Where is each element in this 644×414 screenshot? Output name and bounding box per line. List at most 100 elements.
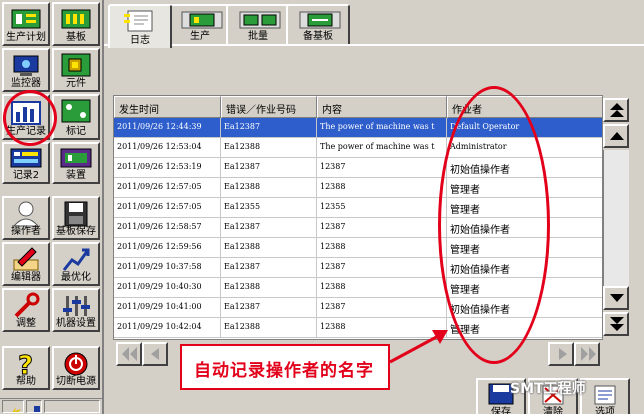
- board-button[interactable]: 基板: [52, 2, 100, 46]
- up-arrow-icon: [610, 132, 624, 140]
- options-label: 选项: [595, 407, 615, 414]
- log-table[interactable]: 发生时间 错误／作业号码 内容 作业者 2011/09/26 12:44:39 …: [113, 95, 603, 340]
- production-plan-button[interactable]: 生产计划: [2, 2, 50, 46]
- cell-code: Ea12388: [221, 138, 317, 158]
- production-plan-label: 生产计划: [6, 32, 46, 43]
- scroll-right-button[interactable]: [548, 342, 574, 366]
- column-header-time[interactable]: 发生时间: [114, 96, 221, 118]
- machine-settings-label: 机器设置: [56, 318, 96, 329]
- monitor-button[interactable]: 监控器: [2, 48, 50, 92]
- vertical-scroll-track[interactable]: [603, 150, 629, 286]
- cell-content: 12388: [317, 238, 447, 258]
- table-row[interactable]: 2011/09/26 12:58:57 Ea12387 12387 初始值操作者: [114, 218, 602, 238]
- status-cell-empty: [44, 400, 100, 413]
- operator-button[interactable]: 操作者: [2, 196, 50, 240]
- cell-time: 2011/09/26 12:57:05: [114, 178, 221, 198]
- cell-time: 2011/09/29 10:41:00: [114, 298, 221, 318]
- cell-content: 12387: [317, 158, 447, 178]
- production-record-button[interactable]: 生产记录: [2, 94, 50, 140]
- table-row[interactable]: 2011/09/29 10:42:04 Ea12388 12388 管理者: [114, 318, 602, 338]
- tab-production-label: 生产: [190, 31, 210, 42]
- double-down-arrow-icon: [610, 317, 624, 331]
- scroll-left-button[interactable]: [142, 342, 168, 366]
- tool-palette: 生产计划 基板 监控器 元件 生产记录 标记 记录2 装置 操作者 基板保存 编…: [0, 0, 104, 414]
- tab-batch[interactable]: 批量: [226, 4, 290, 44]
- right-arrow-icon: [559, 348, 567, 360]
- scroll-last-button[interactable]: [574, 342, 600, 366]
- device-button[interactable]: 装置: [52, 142, 100, 184]
- component-button[interactable]: 元件: [52, 48, 100, 92]
- annotation-callout: 自动记录操作者的名字: [180, 344, 390, 390]
- scroll-bottom-button[interactable]: [603, 312, 629, 336]
- optimize-button[interactable]: 最优化: [52, 242, 100, 286]
- tab-production[interactable]: 生产: [168, 4, 232, 44]
- record2-button[interactable]: 记录2: [2, 142, 50, 184]
- help-button[interactable]: ? 帮助: [2, 346, 50, 390]
- cell-time: 2011/09/26 12:44:39: [114, 118, 221, 138]
- mark-button[interactable]: 标记: [52, 94, 100, 140]
- editor-label: 编辑器: [11, 272, 41, 283]
- cell-code: Ea12387: [221, 258, 317, 278]
- table-row[interactable]: 2011/09/29 10:41:00 Ea12387 12387 初始值操作者: [114, 298, 602, 318]
- editor-button[interactable]: 编辑器: [2, 242, 50, 286]
- operator-label: 操作者: [11, 226, 41, 237]
- status-cell-device: [26, 400, 42, 413]
- scroll-top-button[interactable]: [603, 98, 629, 122]
- cell-code: Ea12355: [221, 198, 317, 218]
- table-row[interactable]: 2011/09/26 12:59:56 Ea12388 12388 管理者: [114, 238, 602, 258]
- machine-settings-button[interactable]: 机器设置: [52, 288, 100, 332]
- table-row[interactable]: 2011/09/26 12:57:05 Ea12388 12388 管理者: [114, 178, 602, 198]
- tab-log-label: 日志: [130, 35, 150, 46]
- column-header-content[interactable]: 内容: [317, 96, 447, 118]
- tab-spare-board-label: 备基板: [303, 31, 333, 42]
- table-row[interactable]: 2011/09/26 12:53:04 Ea12388 The power of…: [114, 138, 602, 158]
- table-row[interactable]: 2011/09/26 12:44:39 Ea12387 The power of…: [114, 118, 602, 138]
- tab-spare-board[interactable]: 备基板: [286, 4, 350, 44]
- table-row[interactable]: 2011/09/26 12:53:19 Ea12387 12387 初始值操作者: [114, 158, 602, 178]
- table-row[interactable]: 2011/09/26 12:57:05 Ea12355 12355 管理者: [114, 198, 602, 218]
- table-row[interactable]: 2011/09/29 10:37:58 Ea12387 12387 初始值操作者: [114, 258, 602, 278]
- cell-operator: Administrator: [447, 138, 602, 158]
- cell-content: 12355: [317, 198, 447, 218]
- power-off-button[interactable]: 切断电源: [52, 346, 100, 390]
- cell-operator: 初始值操作者: [447, 158, 602, 178]
- status-cell-signal: [2, 400, 24, 413]
- table-row[interactable]: 2011/09/29 10:40:30 Ea12388 12388 管理者: [114, 278, 602, 298]
- clear-label: 清除: [543, 407, 563, 414]
- tab-log[interactable]: 日志: [108, 4, 172, 48]
- mark-label: 标记: [66, 126, 86, 137]
- cell-operator: 初始值操作者: [447, 218, 602, 238]
- cell-operator: Default Operator: [447, 118, 602, 138]
- cell-content: The power of machine was t: [317, 118, 447, 138]
- cell-operator: 管理者: [447, 178, 602, 198]
- adjust-label: 调整: [16, 318, 36, 329]
- save-board-button[interactable]: 基板保存: [52, 196, 100, 240]
- cell-code: Ea12388: [221, 178, 317, 198]
- usb-icon: [34, 406, 40, 412]
- cell-code: Ea12387: [221, 218, 317, 238]
- cell-code: Ea12387: [221, 118, 317, 138]
- cell-operator: 管理者: [447, 238, 602, 258]
- scroll-first-button[interactable]: [116, 342, 142, 366]
- monitor-label: 监控器: [11, 78, 41, 89]
- component-label: 元件: [66, 78, 86, 89]
- cell-content: 12387: [317, 218, 447, 238]
- adjust-button[interactable]: 调整: [2, 288, 50, 332]
- cell-content: 12388: [317, 278, 447, 298]
- column-header-code[interactable]: 错误／作业号码: [221, 96, 317, 118]
- status-bar: [0, 398, 102, 414]
- scroll-down-button[interactable]: [603, 286, 629, 310]
- cell-content: 12387: [317, 298, 447, 318]
- column-header-operator[interactable]: 作业者: [447, 96, 602, 118]
- cell-time: 2011/09/26 12:53:19: [114, 158, 221, 178]
- cell-content: 12387: [317, 258, 447, 278]
- tab-batch-label: 批量: [248, 31, 268, 42]
- cell-operator: 初始值操作者: [447, 258, 602, 278]
- device-label: 装置: [66, 170, 86, 181]
- cell-time: 2011/09/26 12:57:05: [114, 198, 221, 218]
- options-button[interactable]: 选项: [580, 378, 630, 414]
- cell-operator: 初始值操作者: [447, 298, 602, 318]
- help-label: 帮助: [16, 376, 36, 387]
- cell-operator: 管理者: [447, 198, 602, 218]
- scroll-up-button[interactable]: [603, 124, 629, 148]
